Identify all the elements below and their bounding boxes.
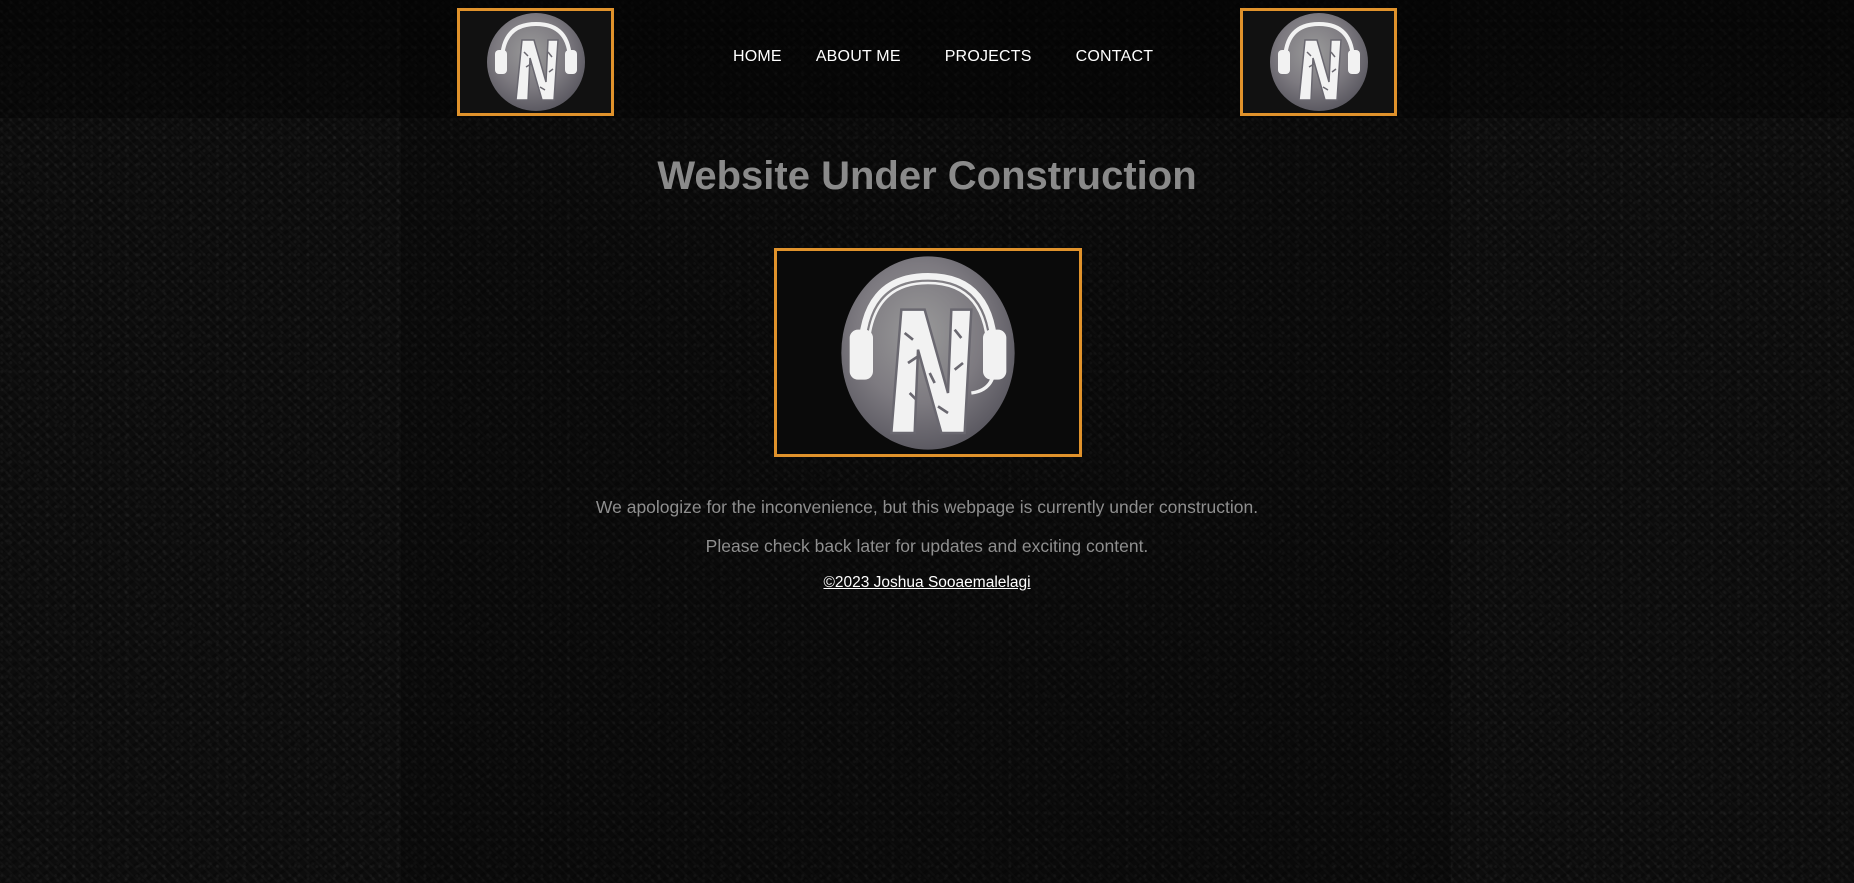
footer: ©2023 Joshua Sooaemalelagi xyxy=(0,574,1854,592)
main-nav: HOME ABOUT ME PROJECTS CONTACT xyxy=(733,48,1153,66)
nav-contact-link[interactable]: CONTACT xyxy=(1076,48,1154,66)
headphones-n-logo-icon xyxy=(1269,13,1368,111)
headphones-n-logo-icon xyxy=(841,255,1015,450)
nav-projects-link[interactable]: PROJECTS xyxy=(945,48,1032,66)
header-logo-left[interactable] xyxy=(457,8,614,116)
nav-about-link[interactable]: ABOUT ME xyxy=(816,48,901,66)
hero-logo-frame xyxy=(774,248,1082,457)
copyright-link[interactable]: ©2023 Joshua Sooaemalelagi xyxy=(823,574,1030,591)
headphones-n-logo-icon xyxy=(486,13,585,111)
page-title: Website Under Construction xyxy=(657,154,1197,198)
header-logo-right[interactable] xyxy=(1240,8,1397,116)
site-header: HOME ABOUT ME PROJECTS CONTACT xyxy=(0,0,1854,118)
check-back-message: Please check back later for updates and … xyxy=(705,536,1149,556)
construction-message: We apologize for the inconvenience, but … xyxy=(595,497,1259,517)
nav-home-link[interactable]: HOME xyxy=(733,48,782,66)
